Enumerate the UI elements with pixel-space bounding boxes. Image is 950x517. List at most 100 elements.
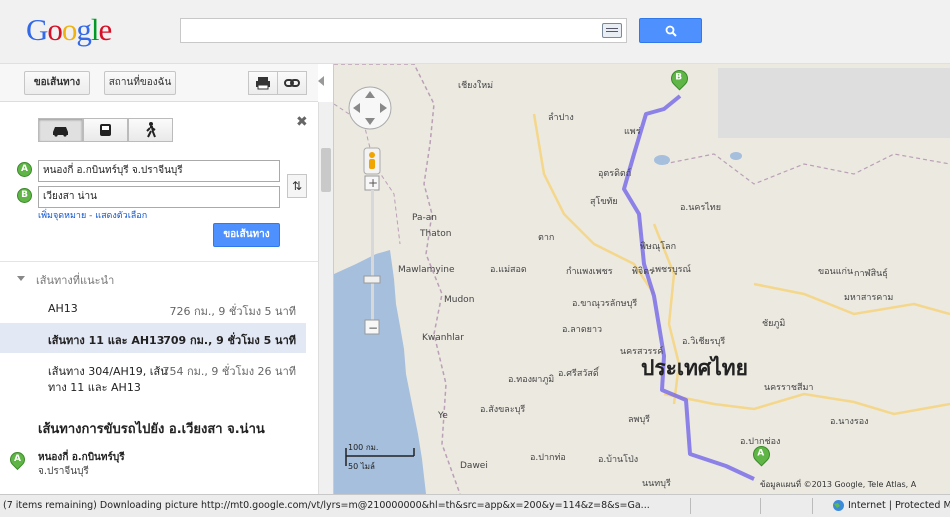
place-label: มหาสารคาม <box>844 293 893 303</box>
map-graphic[interactable]: + − เชียงใหม่ลำปางแพร่อุตรดิตถ์สุโขทัยตา… <box>334 64 950 494</box>
place-label: Ye <box>437 411 448 421</box>
place-label: อ.ขาณุวรลักษบุรี <box>572 298 637 309</box>
lake <box>730 152 742 160</box>
place-label: พิจิตร <box>632 266 654 277</box>
driving-directions-title: เส้นทางการขับรถไปยัง อ.เวียงสา จ.น่าน <box>38 422 265 437</box>
place-label: อ.วิเชียรบุรี <box>682 336 725 347</box>
search-input[interactable] <box>180 18 627 43</box>
destination-marker-icon: B <box>17 188 32 203</box>
pegman-icon[interactable] <box>363 147 381 175</box>
destination-input[interactable]: เวียงสา น่าน <box>38 186 280 208</box>
place-label: นนทบุรี <box>642 478 671 489</box>
link-button[interactable] <box>277 71 307 95</box>
place-label: อ.บ้านโป่ง <box>598 454 638 465</box>
route-detail: 754 กม., 9 ชั่วโมง 26 นาที <box>162 365 297 378</box>
place-label: เชียงใหม่ <box>458 80 493 91</box>
link-separator: - <box>89 211 93 221</box>
svg-text:+: + <box>368 176 378 190</box>
place-label: อ.นางรอง <box>830 417 869 427</box>
pan-control[interactable] <box>348 86 392 130</box>
place-label: แพร่ <box>624 127 641 137</box>
place-label: Mudon <box>444 295 474 305</box>
status-bar: (7 items remaining) Downloading picture … <box>0 494 950 517</box>
scrollbar-thumb[interactable] <box>321 148 331 192</box>
place-label: กำแพงเพชร <box>566 266 613 277</box>
start-marker-icon: A <box>6 448 29 471</box>
map-copyright: ข้อมูลแผนที่ ©2013 Google, Tele Atlas, A <box>760 480 917 489</box>
place-label: อ.แม่สอด <box>490 265 527 275</box>
place-label: เพชรบูรณ์ <box>652 263 691 275</box>
top-bar: Google <box>0 0 950 64</box>
panel-toolbar: ขอเส้นทาง สถานที่ของฉัน <box>0 64 318 102</box>
place-label: กาฬสินธุ์ <box>854 267 888 279</box>
route-option[interactable]: เส้นทาง 304/AH19, เส้น ทาง 11 และ AH13 7… <box>0 356 306 396</box>
map-canvas[interactable]: + − เชียงใหม่ ลำปาง แพร่ อุตรดิตถ์ สุโขทัย ตา… <box>334 64 950 494</box>
start-marker-letter: A <box>14 454 21 464</box>
panel-scrollbar[interactable] <box>318 102 333 494</box>
search-button[interactable] <box>639 18 702 43</box>
close-icon[interactable]: ✖ <box>296 114 308 130</box>
place-label: ชัยภูมิ <box>762 318 785 329</box>
route-name: AH13 <box>48 302 78 315</box>
add-destination-link[interactable]: เพิ่มจุดหมาย <box>38 211 86 221</box>
collapse-panel-icon[interactable] <box>318 76 324 86</box>
place-label: Dawei <box>460 461 488 471</box>
place-label: Pa-an <box>412 213 437 223</box>
origin-input[interactable]: หนองกี่ อ.กบินทร์บุรี จ.ปราจีนบุรี <box>38 160 280 182</box>
show-options-link[interactable]: แสดงตัวเลือก <box>95 211 147 221</box>
place-label: อ.ลาดยาว <box>562 325 602 335</box>
place-label: Mawlamyine <box>398 265 455 275</box>
place-label: อ.ทองผาภูมิ <box>508 374 554 385</box>
place-label: พิษณุโลก <box>640 241 676 252</box>
logo-letter: o <box>47 12 62 47</box>
get-directions-button[interactable]: ขอเส้นทาง <box>213 223 280 247</box>
my-places-tab-button[interactable]: สถานที่ของฉัน <box>104 71 176 95</box>
print-button[interactable] <box>248 71 278 95</box>
route-option-selected[interactable]: เส้นทาง 11 และ AH13 709 กม., 9 ชั่วโมง 5… <box>0 323 306 353</box>
place-label: Kwanhlar <box>422 333 464 343</box>
place-label: ตาก <box>538 233 554 243</box>
keyboard-icon[interactable] <box>602 23 622 38</box>
place-label: สุโขทัย <box>590 196 618 207</box>
place-label: ลำปาง <box>548 112 574 123</box>
suggested-routes-heading[interactable]: เส้นทางที่แนะนำ <box>16 271 114 289</box>
logo-letter: l <box>90 12 100 47</box>
status-separator <box>690 498 691 514</box>
divider <box>0 261 318 262</box>
walking-mode-button[interactable] <box>128 118 173 142</box>
swap-icon[interactable]: ⇅ <box>287 174 307 198</box>
route-detail: 726 กม., 9 ชั่วโมง 5 นาที <box>169 305 297 318</box>
bus-icon <box>100 124 111 136</box>
origin-marker-icon: A <box>17 162 32 177</box>
transit-mode-button[interactable] <box>83 118 128 142</box>
lake <box>654 155 670 165</box>
svg-text:−: − <box>368 321 378 335</box>
logo-letter: o <box>61 12 77 47</box>
search-icon <box>665 25 677 37</box>
car-mode-button[interactable] <box>38 118 83 142</box>
route-detail: 709 กม., 9 ชั่วโมง 5 นาที <box>163 334 296 347</box>
form-links: เพิ่มจุดหมาย - แสดงตัวเลือก <box>38 208 147 222</box>
place-label: Thaton <box>419 229 451 239</box>
directions-tab-button[interactable]: ขอเส้นทาง <box>24 71 90 95</box>
status-separator <box>812 498 813 514</box>
place-label: ขอนแก่น <box>818 267 853 277</box>
start-location-name[interactable]: หนองกี่ อ.กบินทร์บุรี <box>38 450 125 465</box>
security-zone-text: Internet | Protected M <box>848 500 950 511</box>
directions-panel: ขอเส้นทาง สถานที่ของฉัน ✖ A หนองกี่ อ.กบ… <box>0 64 334 494</box>
route-option[interactable]: AH13 726 กม., 9 ชั่วโมง 5 นาที <box>0 296 306 322</box>
print-icon <box>256 77 270 90</box>
logo-letter: g <box>76 12 91 47</box>
place-label: นครราชสีมา <box>764 382 813 393</box>
place-label: อ.ปากท่อ <box>530 453 566 463</box>
route-name: เส้นทาง 11 และ AH13 <box>48 334 165 347</box>
route-name-line2: ทาง 11 และ AH13 <box>48 381 141 394</box>
map-scale-km: 100 กม. <box>348 443 379 452</box>
car-icon <box>53 127 68 137</box>
link-icon <box>284 79 300 87</box>
marker-a-letter: A <box>757 448 765 459</box>
start-location-province: จ.ปราจีนบุรี <box>38 466 89 477</box>
walking-icon <box>146 122 156 138</box>
map-scale-mi: 50 ไมล์ <box>348 462 375 471</box>
google-logo[interactable]: Google <box>26 12 112 48</box>
